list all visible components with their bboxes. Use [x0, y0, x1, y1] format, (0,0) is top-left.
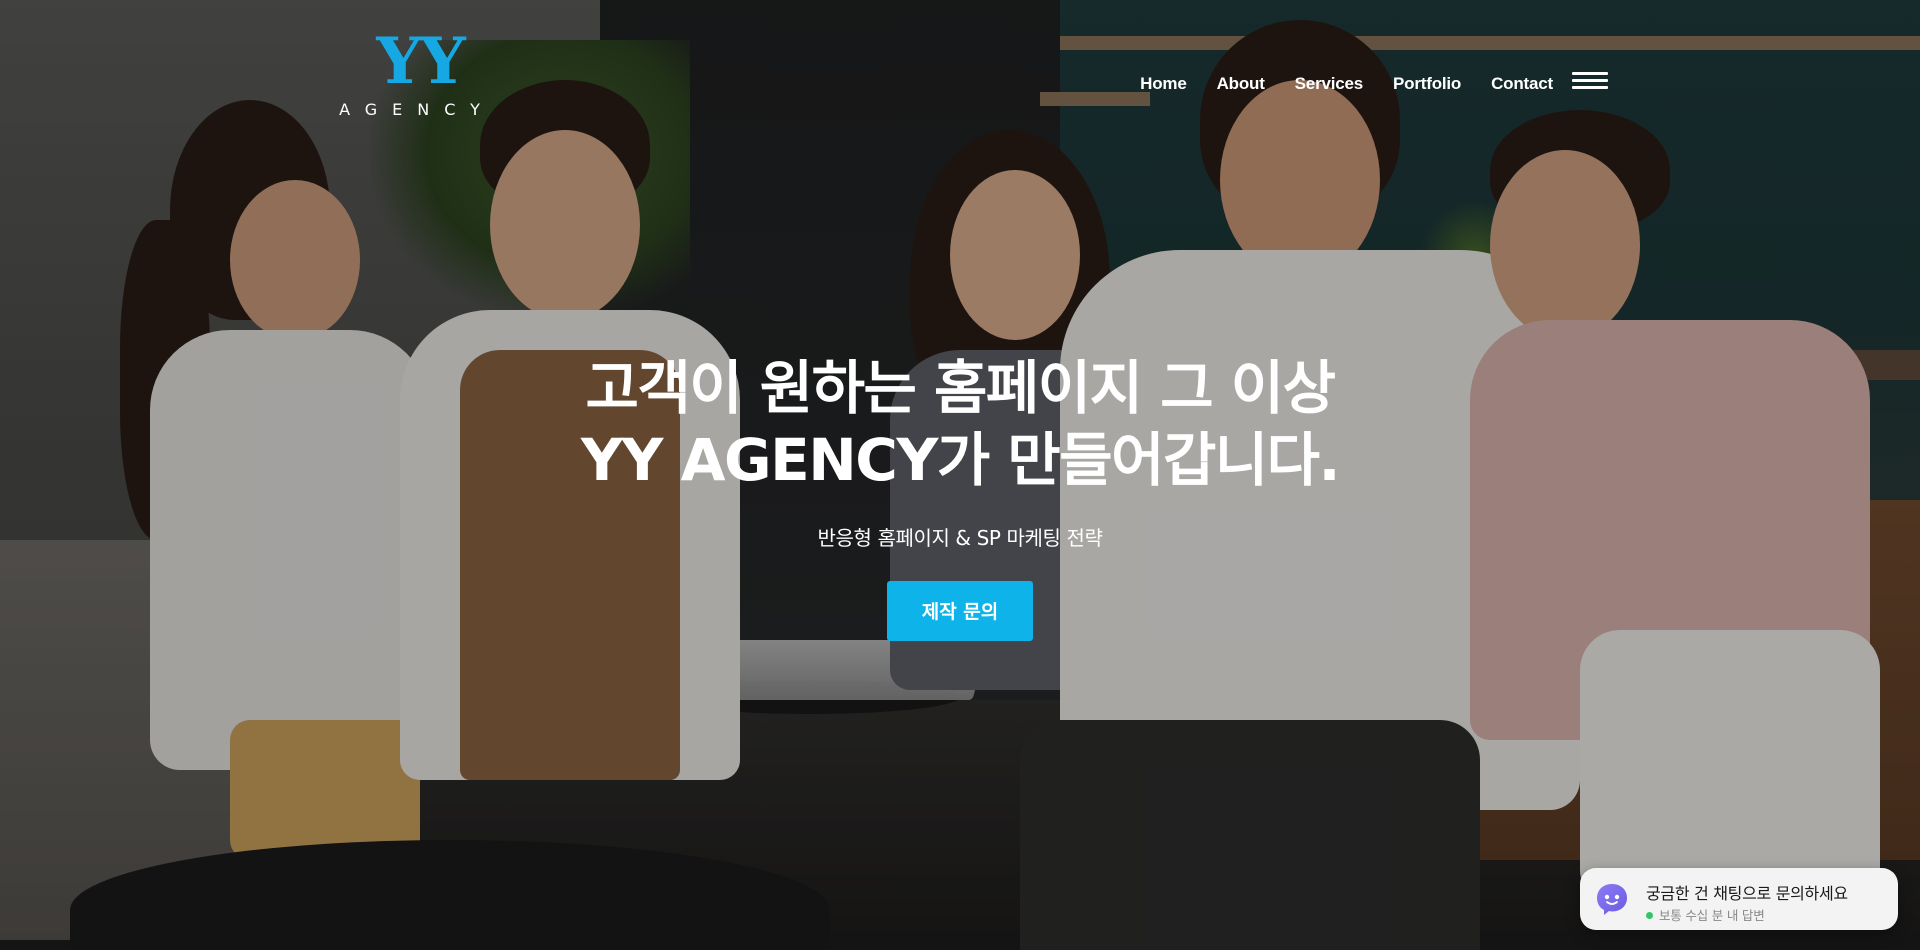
chat-status: 보통 수십 분 내 답변: [1646, 905, 1765, 924]
chat-status-text: 보통 수십 분 내 답변: [1659, 908, 1765, 923]
hero-subtitle: 반응형 홈페이지 & SP 마케팅 전략: [817, 526, 1103, 550]
hero-title-line1: 고객이 원하는 홈페이지 그 이상: [585, 354, 1336, 422]
main-nav: Home About Services Portfolio Contact: [1140, 74, 1553, 94]
chat-bot-icon: [1597, 884, 1627, 915]
logo-mark: YY: [376, 24, 465, 99]
hero-title-line2: YY AGENCY가 만들어갑니다.: [580, 426, 1341, 494]
nav-home[interactable]: Home: [1140, 74, 1187, 94]
hamburger-icon[interactable]: [1572, 72, 1608, 92]
logo-subtitle: AGENCY: [339, 100, 495, 119]
hero-content: 고객이 원하는 홈페이지 그 이상 YY AGENCY가 만들어갑니다. 반응형…: [0, 352, 1920, 641]
inquiry-button[interactable]: 제작 문의: [887, 581, 1033, 641]
logo[interactable]: YY AGENCY: [330, 30, 500, 130]
nav-contact[interactable]: Contact: [1491, 74, 1553, 94]
chat-title: 궁금한 건 채팅으로 문의하세요: [1646, 884, 1848, 903]
hero-title: 고객이 원하는 홈페이지 그 이상 YY AGENCY가 만들어갑니다.: [0, 352, 1920, 496]
nav-portfolio[interactable]: Portfolio: [1393, 74, 1461, 94]
nav-services[interactable]: Services: [1295, 74, 1364, 94]
nav-about[interactable]: About: [1217, 74, 1265, 94]
chat-widget[interactable]: 궁금한 건 채팅으로 문의하세요 보통 수십 분 내 답변: [1580, 868, 1898, 930]
online-status-dot: [1646, 912, 1653, 919]
